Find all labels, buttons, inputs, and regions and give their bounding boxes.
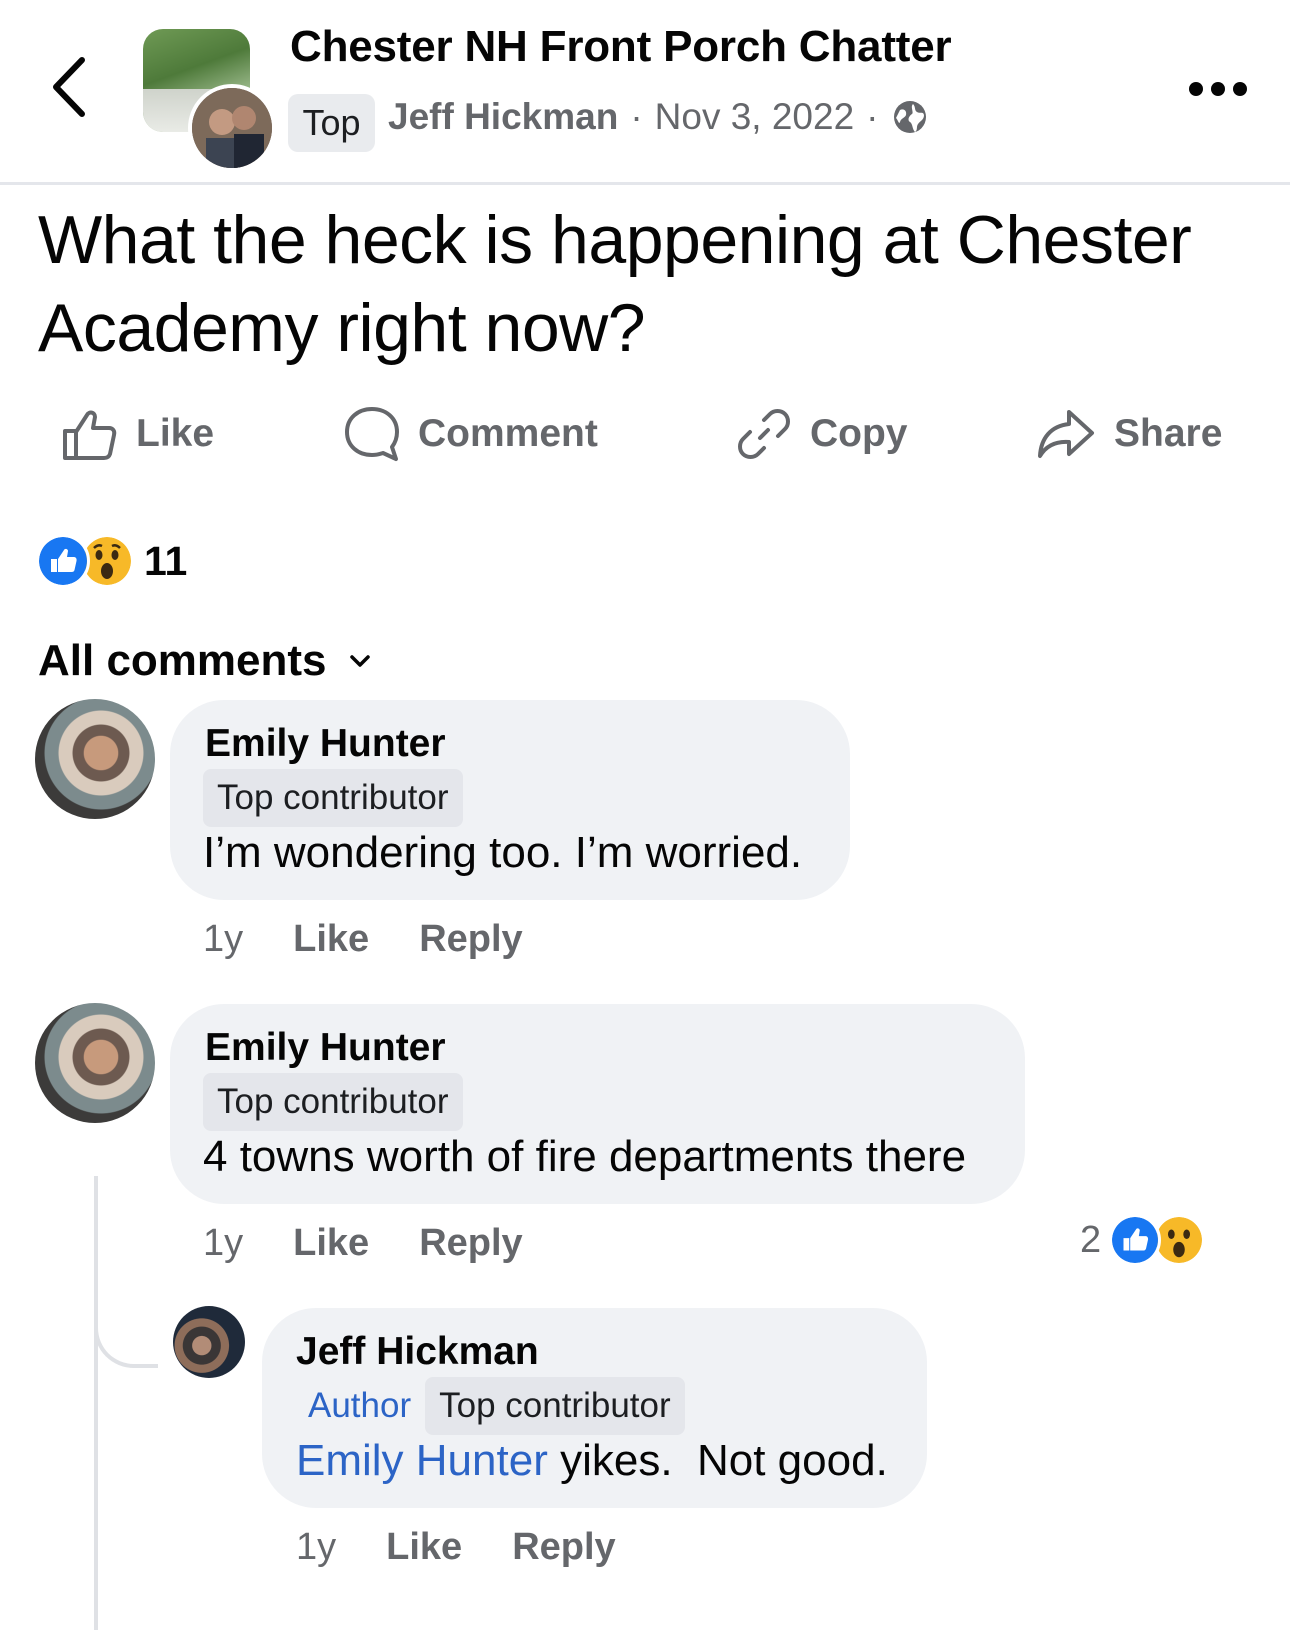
poster-avatar[interactable]: [188, 84, 276, 172]
comment-time: 1y: [203, 918, 244, 960]
thumbs-up-icon: [63, 410, 117, 460]
like-button[interactable]: Like: [60, 398, 214, 470]
copy-label: Copy: [810, 412, 908, 455]
share-button[interactable]: Share: [1036, 398, 1222, 470]
comments-filter-label: All comments: [38, 636, 327, 685]
post-date[interactable]: Nov 3, 2022: [655, 96, 855, 138]
like-reaction-icon: [36, 534, 90, 588]
post-text: What the heck is happening at Chester Ac…: [38, 202, 1192, 366]
top-badge: Top: [288, 94, 375, 152]
comment-icon: [345, 407, 399, 461]
mention-link[interactable]: Emily Hunter: [296, 1436, 548, 1485]
top-contributor-badge: Top contributor: [203, 769, 463, 827]
comment-like-button[interactable]: Like: [293, 918, 369, 961]
share-label: Share: [1114, 412, 1223, 455]
comment-reply-button[interactable]: Reply: [419, 1222, 522, 1265]
reply-time: 1y: [296, 1526, 337, 1568]
commenter-avatar[interactable]: [35, 699, 155, 819]
comment-text: 4 towns worth of fire departments there: [203, 1132, 967, 1181]
post-author[interactable]: Jeff Hickman: [388, 96, 618, 138]
like-reaction-icon: [1109, 1214, 1162, 1266]
comment-time: 1y: [203, 1222, 244, 1264]
reaction-summary[interactable]: 11: [36, 534, 187, 588]
more-icon: [1189, 82, 1247, 96]
comment-actions: 1y Like Reply: [203, 1222, 523, 1265]
commenter-name[interactable]: Emily Hunter: [205, 1026, 446, 1070]
comment-reaction-summary[interactable]: 2: [1080, 1214, 1206, 1266]
comment-button[interactable]: Comment: [344, 398, 598, 470]
commenter-name[interactable]: Emily Hunter: [205, 722, 446, 766]
globe-icon: [893, 101, 926, 133]
comment-actions: 1y Like Reply: [203, 918, 523, 961]
thread-connector: [94, 1320, 158, 1368]
comment-text: I’m wondering too. I’m worried.: [203, 828, 803, 877]
top-contributor-badge: Top contributor: [203, 1073, 463, 1131]
reply-text: Emily Hunter yikes. Not good.: [296, 1436, 888, 1486]
comment-like-button[interactable]: Like: [293, 1222, 369, 1265]
thread-line: [94, 1176, 98, 1630]
commenter-avatar[interactable]: [35, 1003, 155, 1123]
reply-reply-button[interactable]: Reply: [512, 1526, 615, 1569]
comments-filter-dropdown[interactable]: All comments: [38, 636, 371, 686]
top-contributor-badge: Top contributor: [425, 1377, 685, 1435]
share-icon: [1038, 410, 1094, 458]
reply-author-avatar[interactable]: [173, 1306, 245, 1378]
comment-label: Comment: [418, 412, 598, 455]
more-options-button[interactable]: [1188, 78, 1248, 100]
comment-reply-button[interactable]: Reply: [419, 918, 522, 961]
copy-button[interactable]: Copy: [736, 398, 908, 470]
chevron-down-icon: [349, 655, 370, 667]
like-label: Like: [136, 412, 215, 455]
reply-text-body: yikes. Not good.: [547, 1436, 888, 1485]
chevron-left-icon: [53, 57, 85, 117]
separator-dot: ·: [866, 96, 879, 137]
header-divider: [0, 182, 1290, 185]
back-button[interactable]: [46, 52, 96, 122]
reaction-count: 11: [144, 537, 188, 584]
separator-dot: ·: [630, 96, 643, 137]
post-meta: Jeff Hickman · Nov 3, 2022 ·: [388, 96, 929, 138]
author-badge: Author: [308, 1386, 412, 1425]
link-icon: [738, 409, 790, 459]
reply-actions: 1y Like Reply: [296, 1526, 616, 1569]
reply-like-button[interactable]: Like: [386, 1526, 462, 1569]
group-name[interactable]: Chester NH Front Porch Chatter: [290, 22, 952, 72]
reply-badges: Author Top contributor: [296, 1377, 685, 1435]
reply-author-name[interactable]: Jeff Hickman: [296, 1330, 539, 1374]
comment-reaction-count: 2: [1080, 1218, 1102, 1261]
